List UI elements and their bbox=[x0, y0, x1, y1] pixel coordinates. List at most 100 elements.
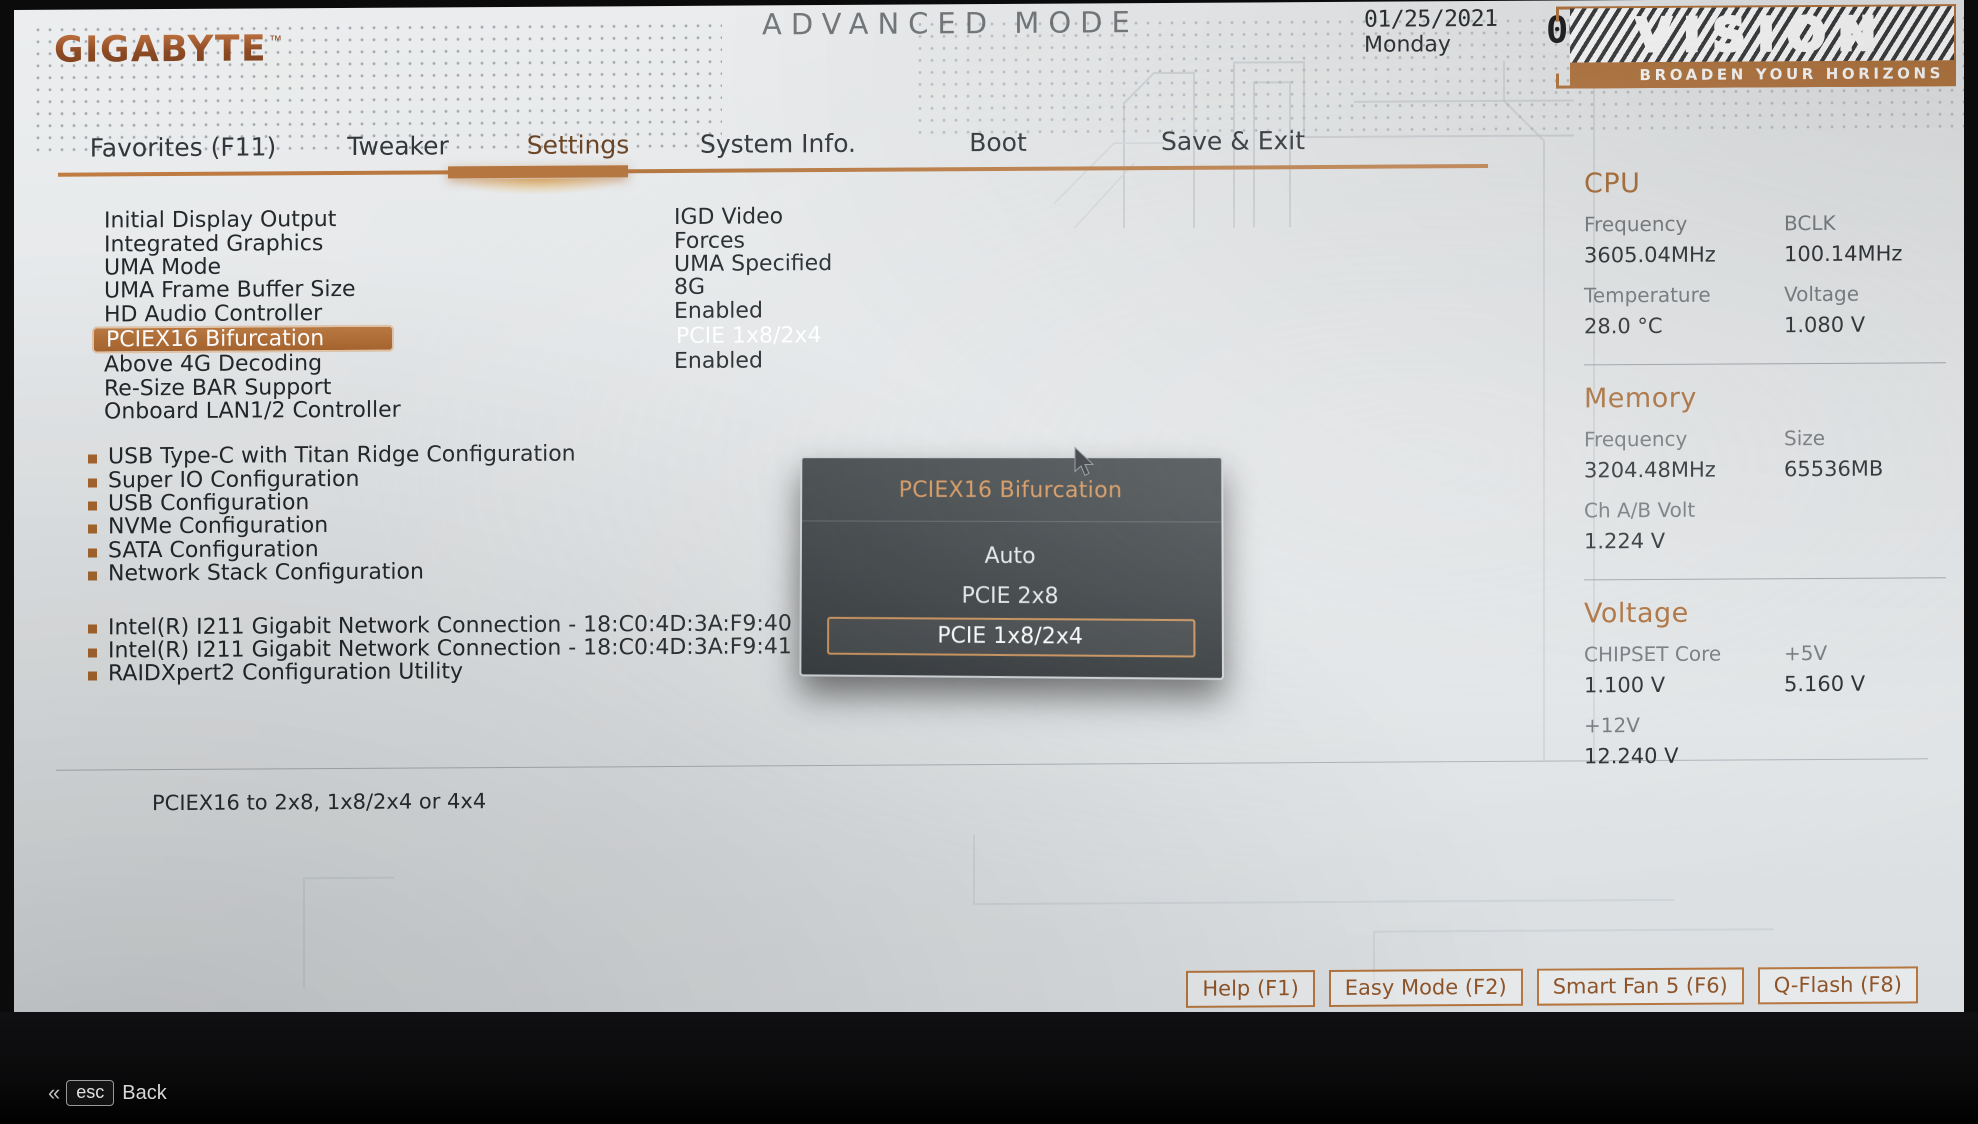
setting-value: Forces bbox=[674, 228, 745, 254]
bullet-icon bbox=[88, 624, 97, 635]
device-label: RAIDXpert2 Configuration Utility bbox=[108, 659, 464, 687]
nav-active-glow bbox=[450, 178, 626, 196]
voltage-spacer-value bbox=[1784, 738, 1964, 772]
setting-value: Enabled bbox=[674, 298, 763, 324]
gigabyte-logo: GIGABYTE ™ bbox=[54, 28, 282, 70]
hwmon-section-title: CPU bbox=[1584, 168, 1641, 200]
setting-value: PCIE 1x8/2x4 bbox=[676, 323, 822, 349]
esc-key-badge[interactable]: esc bbox=[66, 1080, 115, 1106]
setting-label: PCIEX16 Bifurcation bbox=[106, 326, 325, 353]
setting-label: HD Audio Controller bbox=[104, 300, 323, 328]
help-description: PCIEX16 to 2x8, 1x8/2x4 or 4x4 bbox=[152, 789, 487, 816]
function-key-bar: Help (F1) Easy Mode (F2) Smart Fan 5 (F6… bbox=[1186, 966, 1918, 1008]
submenu-label: Network Stack Configuration bbox=[108, 559, 424, 587]
cpu-temperature-label: Temperature bbox=[1584, 282, 1711, 307]
setting-label: UMA Mode bbox=[104, 254, 222, 281]
system-date[interactable]: 01/25/2021 Monday bbox=[1364, 5, 1498, 58]
help-f1-button[interactable]: Help (F1) bbox=[1186, 970, 1315, 1008]
setting-label: Onboard LAN1/2 Controller bbox=[104, 397, 401, 425]
chipset-core-label: CHIPSET Core bbox=[1584, 641, 1722, 667]
bullet-icon bbox=[88, 454, 97, 464]
mem-chab-volt-label: Ch A/B Volt bbox=[1584, 497, 1696, 523]
setting-value: UMA Specified bbox=[674, 250, 833, 277]
bullet-icon bbox=[88, 571, 97, 581]
smart-fan-f6-button[interactable]: Smart Fan 5 (F6) bbox=[1536, 967, 1744, 1006]
main-nav: Favorites (F11) Tweaker Settings System … bbox=[58, 123, 1488, 176]
page-title: ADVANCED MODE bbox=[762, 5, 1139, 42]
cpu-voltage-label: Voltage bbox=[1784, 281, 1860, 306]
setting-label: Integrated Graphics bbox=[104, 230, 324, 258]
brand-wordmark: GIGABYTE bbox=[54, 28, 268, 71]
cpu-bclk-label: BCLK bbox=[1784, 210, 1836, 236]
pciex16-bifurcation-dialog: PCIEX16 Bifurcation Auto PCIE 2x8 PCIE 1… bbox=[799, 456, 1225, 681]
vision-wordmark: VISION bbox=[1634, 6, 1890, 63]
monitor-bezel: GIGABYTE ™ ADVANCED MODE 01/25/2021 Mond… bbox=[0, 0, 1978, 1124]
submenu-label: USB Configuration bbox=[108, 490, 310, 517]
bullet-icon bbox=[88, 648, 97, 658]
plus12v-value: 12.240 V bbox=[1584, 743, 1679, 769]
cpu-voltage-value: 1.080 V bbox=[1784, 312, 1866, 337]
submenu-label: Super IO Configuration bbox=[108, 466, 360, 494]
mem-spacer-value bbox=[1784, 523, 1964, 557]
tab-save-exit[interactable]: Save & Exit bbox=[1108, 124, 1358, 170]
hwmon-cpu-section: CPU Frequency BCLK 3605.04MHz 100.14MHz … bbox=[1584, 166, 1964, 350]
bullet-icon bbox=[88, 548, 97, 558]
setting-label: Re-Size BAR Support bbox=[104, 374, 332, 401]
hwmon-memory-section: Memory Frequency Size 3204.48MHz 65536MB… bbox=[1584, 381, 1964, 565]
hwmon-divider bbox=[1584, 362, 1946, 366]
weekday-value: Monday bbox=[1364, 31, 1451, 58]
plus5v-value: 5.160 V bbox=[1784, 671, 1866, 697]
mem-spacer bbox=[1784, 493, 1964, 524]
tab-system-info[interactable]: System Info. bbox=[668, 127, 888, 172]
mem-frequency-value: 3204.48MHz bbox=[1584, 457, 1716, 483]
setting-label: UMA Frame Buffer Size bbox=[104, 277, 356, 304]
date-value: 01/25/2021 bbox=[1364, 5, 1498, 33]
cpu-frequency-value: 3605.04MHz bbox=[1584, 242, 1716, 268]
submenu-label: SATA Configuration bbox=[108, 537, 319, 564]
setting-label: Above 4G Decoding bbox=[104, 351, 323, 378]
setting-row-pciex16-bifurcation[interactable]: PCIEX16 Bifurcation PCIE 1x8/2x4 bbox=[92, 323, 821, 354]
q-flash-f8-button[interactable]: Q-Flash (F8) bbox=[1757, 966, 1918, 1005]
plus5v-label: +5V bbox=[1784, 641, 1828, 666]
dialog-option-list: Auto PCIE 2x8 PCIE 1x8/2x4 bbox=[801, 521, 1222, 678]
mem-size-label: Size bbox=[1784, 426, 1826, 451]
mouse-cursor bbox=[1074, 446, 1095, 477]
screen-bottom-bar bbox=[0, 1012, 1978, 1124]
hwmon-voltage-section: Voltage CHIPSET Core +5V 1.100 V 5.160 V… bbox=[1584, 596, 1964, 780]
dialog-title: PCIEX16 Bifurcation bbox=[802, 458, 1222, 523]
esc-back-label: Back bbox=[122, 1081, 167, 1104]
cpu-frequency-label: Frequency bbox=[1584, 211, 1688, 237]
dialog-option-auto[interactable]: Auto bbox=[827, 537, 1195, 576]
setting-row-onboard-lan-controller[interactable]: Onboard LAN1/2 Controller bbox=[14, 393, 1214, 425]
bullet-icon bbox=[88, 671, 97, 681]
mem-frequency-label: Frequency bbox=[1584, 426, 1688, 452]
setting-row-hd-audio-controller[interactable]: HD Audio Controller Enabled bbox=[14, 296, 1214, 327]
setting-label: Initial Display Output bbox=[104, 207, 337, 234]
nav-active-indicator bbox=[448, 165, 628, 179]
logo-corner-mark-bottom bbox=[1556, 73, 1573, 89]
trademark-symbol: ™ bbox=[269, 32, 283, 48]
bios-screen: GIGABYTE ™ ADVANCED MODE 01/25/2021 Mond… bbox=[14, 0, 1964, 1110]
tab-favorites[interactable]: Favorites (F11) bbox=[58, 130, 308, 176]
dialog-option-pcie-1x8-2x4[interactable]: PCIE 1x8/2x4 bbox=[827, 616, 1196, 658]
chevron-left-icon: « bbox=[48, 1080, 60, 1105]
mem-chab-volt-value: 1.224 V bbox=[1584, 528, 1666, 554]
bullet-icon bbox=[88, 524, 97, 534]
setting-value: IGD Video bbox=[674, 204, 784, 231]
cpu-bclk-value: 100.14MHz bbox=[1784, 241, 1903, 267]
mem-size-value: 65536MB bbox=[1784, 456, 1884, 482]
plus12v-label: +12V bbox=[1584, 712, 1640, 738]
esc-back-bar[interactable]: « esc Back bbox=[48, 1080, 167, 1106]
easy-mode-f2-button[interactable]: Easy Mode (F2) bbox=[1328, 968, 1523, 1007]
vision-series-logo: VISION BROADEN YOUR HORIZONS bbox=[1556, 4, 1956, 89]
hwmon-section-title: Voltage bbox=[1584, 597, 1689, 630]
tab-boot[interactable]: Boot bbox=[888, 125, 1108, 170]
setting-value: 8G bbox=[674, 275, 706, 301]
chipset-core-value: 1.100 V bbox=[1584, 673, 1666, 698]
dialog-option-pcie-2x8[interactable]: PCIE 2x8 bbox=[827, 577, 1195, 617]
vision-tagline: BROADEN YOUR HORIZONS bbox=[1570, 60, 1954, 89]
hwmon-divider-2 bbox=[1584, 577, 1946, 581]
vision-logo-hatch: VISION bbox=[1570, 6, 1954, 63]
bullet-icon bbox=[88, 478, 97, 488]
voltage-spacer bbox=[1784, 708, 1964, 739]
